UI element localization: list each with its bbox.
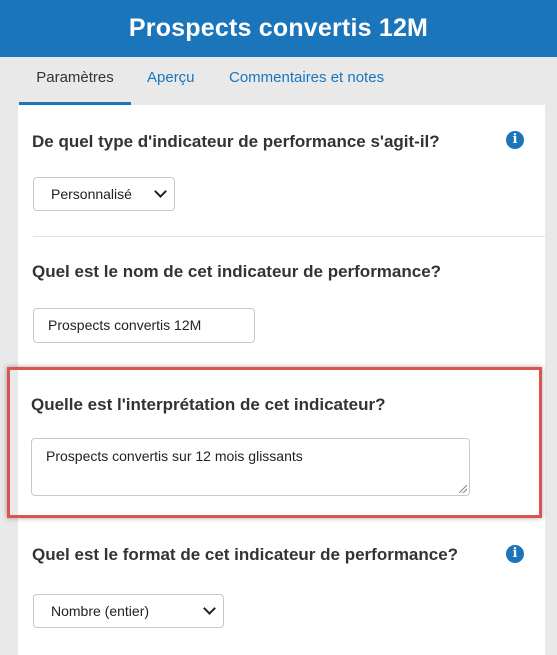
tab-apercu[interactable]: Aperçu (147, 57, 195, 102)
kpi-type-select-value: Personnalisé (51, 186, 132, 202)
section-divider (33, 236, 545, 237)
kpi-name-question: Quel est le nom de cet indicateur de per… (32, 262, 442, 281)
tab-commentaires-et-notes[interactable]: Commentaires et notes (229, 57, 384, 102)
kpi-format-select-value: Nombre (entier) (51, 603, 150, 619)
chevron-down-icon (203, 602, 216, 615)
kpi-type-question: De quel type d'indicateur de performance… (32, 132, 440, 151)
app-header: Prospects convertis 12M (0, 0, 557, 57)
kpi-type-select[interactable]: Personnalisé (33, 177, 175, 211)
tab-parametres[interactable]: Paramètres (19, 57, 131, 105)
tab-bar: Paramètres Aperçu Commentaires et notes (0, 57, 557, 105)
resize-handle-icon[interactable] (459, 485, 467, 493)
kpi-format-select[interactable]: Nombre (entier) (33, 594, 224, 628)
info-icon[interactable]: i (506, 131, 524, 149)
kpi-interpretation-question: Quelle est l'interprétation de cet indic… (31, 395, 386, 414)
settings-panel: De quel type d'indicateur de performance… (7, 105, 545, 655)
chevron-down-icon (154, 185, 167, 198)
kpi-format-question: Quel est le format de cet indicateur de … (32, 545, 459, 564)
kpi-name-input[interactable]: Prospects convertis 12M (33, 308, 255, 343)
kpi-interpretation-value: Prospects convertis sur 12 mois glissant… (46, 448, 303, 464)
info-icon[interactable]: i (506, 545, 524, 563)
kpi-interpretation-textarea[interactable]: Prospects convertis sur 12 mois glissant… (31, 438, 470, 496)
page-title: Prospects convertis 12M (128, 14, 429, 42)
